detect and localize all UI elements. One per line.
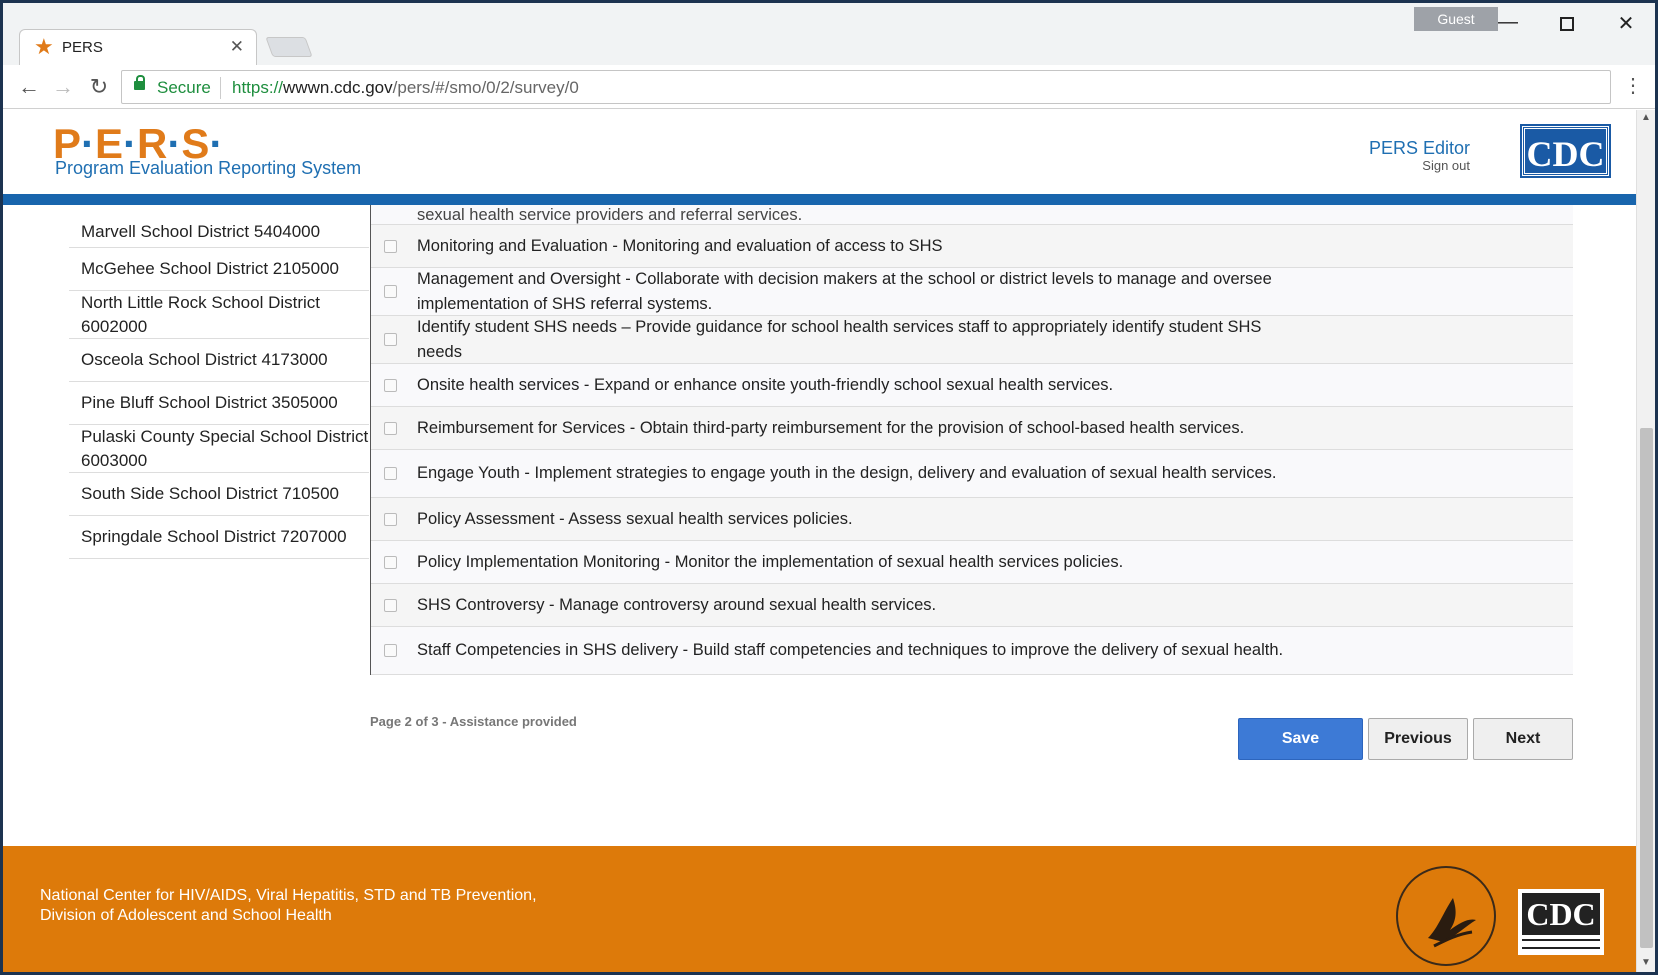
district-item[interactable]: South Side School District 710500: [69, 473, 369, 516]
table-row[interactable]: Management and Oversight - Collaborate w…: [371, 268, 1573, 316]
tab-title: PERS: [62, 39, 103, 56]
partial-row-text: sexual health service providers and refe…: [417, 206, 803, 224]
table-row[interactable]: Staff Competencies in SHS delivery - Bui…: [371, 627, 1573, 675]
site-footer: National Center for HIV/AIDS, Viral Hepa…: [3, 846, 1636, 972]
question-text: Reimbursement for Services - Obtain thir…: [417, 418, 1245, 437]
sign-out-link[interactable]: Sign out: [1422, 158, 1470, 173]
question-checkbox[interactable]: [384, 512, 397, 526]
table-row[interactable]: Onsite health services - Expand or enhan…: [371, 364, 1573, 407]
site-header: P·E·R·S· Program Evaluation Reporting Sy…: [3, 110, 1636, 200]
table-row[interactable]: Identify student SHS needs – Provide gui…: [371, 316, 1573, 364]
district-item[interactable]: Pulaski County Special School District 6…: [69, 425, 369, 473]
table-row[interactable]: Reimbursement for Services - Obtain thir…: [371, 407, 1573, 450]
question-text: Monitoring and Evaluation - Monitoring a…: [417, 236, 943, 255]
table-row[interactable]: SHS Controversy - Manage controversy aro…: [371, 584, 1573, 627]
reload-icon[interactable]: ↻: [85, 73, 113, 101]
table-row[interactable]: Engage Youth - Implement strategies to e…: [371, 450, 1573, 498]
scroll-thumb[interactable]: [1640, 428, 1653, 948]
page-indicator: Page 2 of 3 - Assistance provided: [370, 714, 577, 729]
next-button[interactable]: Next: [1473, 718, 1573, 760]
save-button[interactable]: Save: [1238, 718, 1363, 760]
star-favicon-icon: ★: [34, 34, 54, 59]
profile-badge[interactable]: Guest: [1414, 7, 1498, 31]
district-item[interactable]: McGehee School District 2105000: [69, 248, 369, 291]
question-checkbox[interactable]: [384, 555, 397, 569]
district-item[interactable]: North Little Rock School District 600200…: [69, 291, 369, 339]
close-window-icon[interactable]: ✕: [1611, 11, 1641, 36]
district-list: Marvell School District 5404000 McGehee …: [69, 205, 369, 559]
district-item[interactable]: Springdale School District 7207000: [69, 516, 369, 559]
question-text: Policy Implementation Monitoring - Monit…: [417, 552, 1124, 571]
url-text[interactable]: https://wwwn.cdc.gov/pers/#/smo/0/2/surv…: [232, 78, 579, 98]
new-tab-button[interactable]: [265, 37, 313, 57]
hhs-seal-icon[interactable]: [1396, 866, 1496, 966]
scroll-up-icon[interactable]: ▲: [1641, 112, 1651, 123]
user-name-link[interactable]: PERS Editor: [1369, 138, 1470, 159]
question-text: Identify student SHS needs – Provide gui…: [417, 317, 1262, 361]
question-checkbox[interactable]: [384, 467, 397, 480]
question-checkbox[interactable]: [384, 239, 397, 253]
question-checkbox[interactable]: [384, 378, 397, 392]
question-text: Management and Oversight - Collaborate w…: [417, 269, 1272, 313]
district-item[interactable]: Pine Bluff School District 3505000: [69, 382, 369, 425]
question-text: Policy Assessment - Assess sexual health…: [417, 509, 853, 528]
question-checkbox[interactable]: [384, 421, 397, 435]
footer-center-name: National Center for HIV/AIDS, Viral Hepa…: [40, 887, 537, 924]
browser-tab[interactable]: ★ PERS ✕: [19, 29, 257, 65]
page-viewport: P·E·R·S· Program Evaluation Reporting Sy…: [3, 110, 1636, 972]
question-text: Onsite health services - Expand or enhan…: [417, 375, 1114, 394]
question-checkbox[interactable]: [384, 644, 397, 657]
minimize-icon[interactable]: —: [1493, 11, 1523, 34]
assistance-question-table: sexual health service providers and refe…: [370, 205, 1573, 675]
table-row[interactable]: Monitoring and Evaluation - Monitoring a…: [371, 225, 1573, 268]
secure-label: Secure: [157, 78, 211, 97]
question-text: Staff Competencies in SHS delivery - Bui…: [417, 641, 1284, 659]
pers-logo-subtitle: Program Evaluation Reporting System: [55, 158, 362, 178]
footer-cdc-logo[interactable]: CDC: [1518, 889, 1604, 955]
browser-toolbar: ← → ↻ Secure https://wwwn.cdc.gov/pers/#…: [3, 65, 1655, 109]
table-row: sexual health service providers and refe…: [371, 205, 1573, 225]
district-item[interactable]: Osceola School District 4173000: [69, 339, 369, 382]
previous-button[interactable]: Previous: [1368, 718, 1468, 760]
cdc-logo[interactable]: CDC: [1520, 124, 1611, 178]
lock-icon: [134, 75, 145, 90]
table-row[interactable]: Policy Implementation Monitoring - Monit…: [371, 541, 1573, 584]
back-arrow-icon[interactable]: ←: [15, 73, 43, 101]
address-bar[interactable]: Secure https://wwwn.cdc.gov/pers/#/smo/0…: [121, 70, 1611, 104]
question-checkbox[interactable]: [384, 285, 397, 298]
browser-menu-icon[interactable]: ⋮: [1623, 73, 1643, 98]
district-item[interactable]: Marvell School District 5404000: [69, 205, 369, 248]
table-row[interactable]: Policy Assessment - Assess sexual health…: [371, 498, 1573, 541]
question-text: SHS Controversy - Manage controversy aro…: [417, 595, 937, 614]
question-checkbox[interactable]: [384, 598, 397, 612]
close-tab-icon[interactable]: ✕: [230, 37, 244, 57]
page-scrollbar[interactable]: ▲ ▼: [1636, 110, 1655, 972]
forward-arrow-icon[interactable]: →: [49, 73, 77, 101]
browser-window: ★ PERS ✕ Guest — ✕ ← → ↻ Secure https://…: [0, 0, 1658, 975]
tab-strip: ★ PERS ✕ Guest — ✕: [3, 3, 1655, 65]
scroll-down-icon[interactable]: ▼: [1641, 957, 1651, 968]
question-checkbox[interactable]: [384, 333, 397, 346]
maximize-icon[interactable]: [1552, 11, 1582, 37]
question-text: Engage Youth - Implement strategies to e…: [417, 464, 1277, 482]
header-divider: [3, 194, 1636, 205]
